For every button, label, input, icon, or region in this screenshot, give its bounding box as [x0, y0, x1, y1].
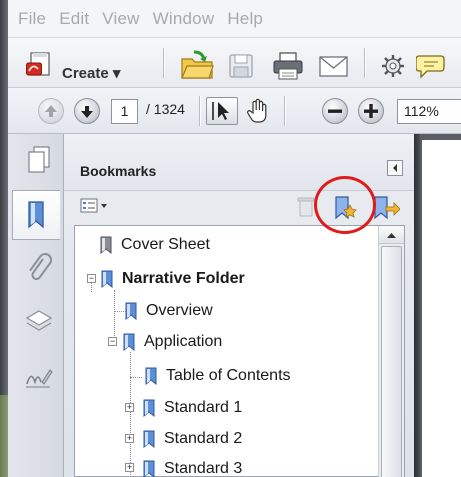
options-icon[interactable] [80, 197, 110, 215]
bookmark-item-icon [123, 333, 135, 351]
bookmark-item[interactable]: Narrative Folder [100, 266, 245, 292]
chevron-up-icon [387, 233, 396, 238]
page-down-icon [81, 106, 93, 118]
bookmark-label: Table of Contents [166, 367, 291, 384]
bookmark-label: Standard 2 [164, 430, 243, 447]
hand-tool-icon[interactable] [244, 97, 272, 125]
bookmark-label: Overview [146, 302, 213, 319]
bookmark-item-icon [100, 236, 112, 254]
menu-window[interactable]: Window [153, 9, 215, 29]
comment-icon[interactable] [416, 53, 446, 79]
bookmark-label: Cover Sheet [121, 236, 210, 253]
page-number-input[interactable]: 1 [111, 99, 138, 124]
red-highlight-circle [314, 176, 376, 234]
screen-edge [0, 0, 8, 477]
scroll-up-button[interactable] [379, 226, 404, 244]
bookmark-item[interactable]: Cover Sheet [99, 232, 210, 258]
pages-icon[interactable] [26, 145, 52, 175]
bookmark-item[interactable]: Standard 1 [142, 395, 242, 421]
bookmark-label: Application [144, 333, 223, 350]
bookmark-item-icon [143, 399, 155, 417]
zoom-level-input[interactable]: 112% [397, 99, 461, 124]
bookmark-label: Narrative Folder [122, 270, 245, 287]
page-count: / 1324 [146, 101, 185, 117]
tree-line [130, 377, 142, 378]
bookmark-from-selection-icon[interactable] [372, 195, 400, 221]
select-tool-button[interactable] [206, 97, 238, 125]
zoom-out-icon [328, 109, 342, 113]
tree-line [91, 282, 92, 292]
expand-toggle[interactable]: + [125, 434, 134, 443]
attachment-icon[interactable] [26, 253, 52, 285]
acrobat-window: File Edit View Window Help Create ▾ 1 / … [0, 0, 461, 477]
bookmark-item[interactable]: Standard 3 [142, 456, 242, 477]
print-icon[interactable] [272, 52, 304, 80]
toolbar-divider [284, 96, 285, 126]
collapse-toggle[interactable]: − [87, 274, 96, 283]
page-up-icon [45, 105, 57, 117]
bookmark-icon [28, 201, 44, 229]
bookmark-item-icon [101, 270, 113, 288]
bookmark-item-icon [125, 302, 137, 320]
menu-edit[interactable]: Edit [59, 9, 89, 29]
toolbar-divider [163, 48, 164, 78]
bookmark-item-icon [145, 367, 157, 385]
panel-title: Bookmarks [80, 163, 157, 179]
open-folder-icon[interactable] [180, 50, 214, 80]
bookmark-item[interactable]: Table of Contents [144, 363, 291, 389]
toolbar-divider [199, 96, 200, 126]
previous-page-button[interactable] [38, 98, 64, 124]
document-page[interactable] [422, 140, 461, 477]
scroll-thumb[interactable] [381, 246, 402, 477]
navigation-pane-strip [8, 134, 64, 477]
tree-line [114, 290, 115, 340]
bookmark-scrollbar[interactable] [378, 226, 404, 477]
save-icon[interactable] [228, 53, 256, 79]
collapse-panel-button[interactable] [387, 160, 403, 176]
settings-icon[interactable] [381, 54, 405, 78]
menu-help[interactable]: Help [227, 9, 263, 29]
toolbar-divider [364, 48, 365, 78]
email-icon[interactable] [319, 56, 349, 78]
menu-file[interactable]: File [18, 9, 46, 29]
select-tool-icon [212, 102, 229, 120]
bookmark-item[interactable]: Standard 2 [142, 426, 242, 452]
tree-line [130, 352, 131, 477]
menu-bar: File Edit View Window Help [8, 0, 461, 38]
layers-icon[interactable] [24, 308, 54, 336]
bookmark-label: Standard 3 [164, 460, 243, 477]
bookmark-label: Standard 1 [164, 399, 243, 416]
zoom-in-icon [364, 104, 378, 118]
bookmark-item[interactable]: Application [122, 329, 222, 355]
pane-divider[interactable] [414, 134, 420, 477]
chevron-left-icon [393, 164, 397, 172]
expand-toggle[interactable]: + [125, 403, 134, 412]
create-button[interactable]: Create ▾ [62, 64, 120, 82]
next-page-button[interactable] [74, 98, 100, 124]
menu-view[interactable]: View [102, 9, 139, 29]
bookmark-item[interactable]: Overview [124, 298, 213, 324]
zoom-in-button[interactable] [358, 98, 384, 124]
zoom-out-button[interactable] [322, 98, 348, 124]
signature-icon[interactable] [24, 364, 54, 390]
bookmark-item-icon [143, 430, 155, 448]
create-pdf-icon[interactable] [26, 51, 58, 79]
bookmark-item-icon [143, 460, 155, 477]
expand-toggle[interactable]: + [125, 463, 134, 472]
collapse-toggle[interactable]: − [108, 337, 117, 346]
delete-icon[interactable] [297, 196, 315, 218]
